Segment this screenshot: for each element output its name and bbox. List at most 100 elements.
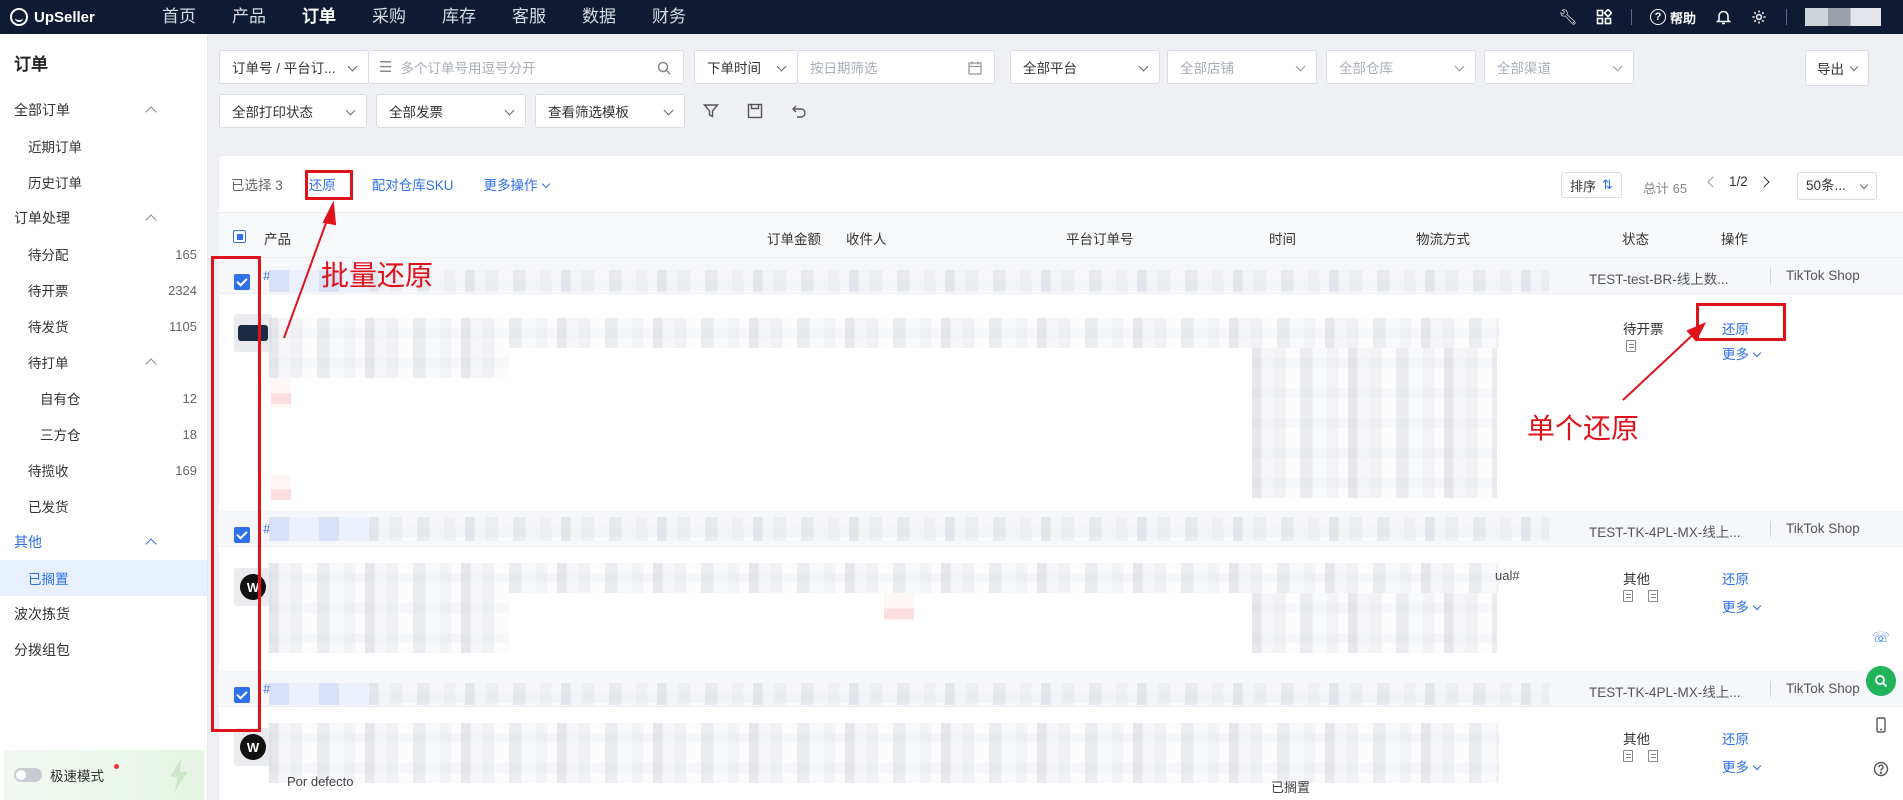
user-account[interactable] bbox=[1805, 8, 1881, 26]
sidebar-item-to-invoice[interactable]: 待开票 2324 bbox=[0, 272, 207, 308]
product-thumbnail[interactable] bbox=[234, 728, 272, 766]
time-type-select[interactable]: 下单时间 bbox=[694, 50, 798, 84]
nav-data[interactable]: 数据 bbox=[564, 0, 634, 34]
chevron-down-icon bbox=[663, 105, 674, 116]
match-sku-button[interactable]: 配对仓库SKU bbox=[372, 174, 454, 194]
select-value: 全部渠道 bbox=[1497, 61, 1551, 76]
wrench-icon[interactable]: 🔧︎ bbox=[1558, 8, 1577, 26]
select-all-checkbox[interactable] bbox=[233, 230, 246, 243]
page-size-select[interactable]: 50条... bbox=[1797, 172, 1877, 200]
annotation-batch-label: 批量还原 bbox=[321, 260, 434, 291]
apps-grid-icon[interactable] bbox=[1595, 8, 1613, 26]
nav-divider bbox=[1630, 9, 1632, 25]
headset-icon[interactable]: ☏ bbox=[1866, 622, 1896, 652]
search-icon[interactable] bbox=[1866, 666, 1896, 696]
channel-select[interactable]: 全部渠道 bbox=[1484, 50, 1634, 84]
gear-icon[interactable] bbox=[1750, 8, 1768, 26]
item-label: 已发货 bbox=[28, 500, 69, 515]
blurred-content bbox=[369, 683, 1549, 705]
blurred-content bbox=[269, 723, 1499, 783]
sidebar-item-history[interactable]: 历史订单 bbox=[0, 164, 207, 200]
col-actions: 操作 bbox=[1721, 232, 1748, 247]
next-page-icon[interactable] bbox=[1758, 175, 1770, 188]
invoice-select[interactable]: 全部发票 bbox=[376, 94, 526, 128]
prev-page-icon[interactable] bbox=[1707, 175, 1719, 188]
sidebar-item-wave-picking[interactable]: 波次拣货 bbox=[0, 596, 207, 632]
shop-select[interactable]: 全部店铺 bbox=[1167, 50, 1317, 84]
platform-select[interactable]: 全部平台 bbox=[1010, 50, 1160, 84]
shop-name: TEST-TK-4PL-MX-线上... bbox=[1589, 525, 1741, 540]
bulk-toolbar: 已选择 3 还原 配对仓库SKU 更多操作 排序 ⇅ 总计 65 1/2 50条.… bbox=[219, 156, 1903, 212]
nav-orders[interactable]: 订单 bbox=[284, 0, 354, 34]
restore-button[interactable]: 还原 bbox=[1722, 728, 1749, 748]
sidebar-group-processing[interactable]: 订单处理 bbox=[0, 200, 207, 236]
more-ops-button[interactable]: 更多操作 bbox=[484, 174, 550, 194]
item-count: 12 bbox=[182, 390, 197, 406]
sort-button[interactable]: 排序 ⇅ bbox=[1561, 172, 1622, 198]
invoice-doc-icon[interactable] bbox=[1648, 750, 1658, 762]
nav-finance[interactable]: 财务 bbox=[634, 0, 704, 34]
blurred-order-id bbox=[269, 517, 369, 541]
sidebar-item-to-ship[interactable]: 待发货 1105 bbox=[0, 308, 207, 344]
sidebar-item-to-print[interactable]: 待打单 bbox=[0, 344, 207, 380]
nav-customer-service[interactable]: 客服 bbox=[494, 0, 564, 34]
selected-count: 已选择 3 bbox=[231, 178, 283, 193]
blurred-content bbox=[269, 593, 509, 653]
order-number-type-select[interactable]: 订单号 / 平台订... bbox=[219, 50, 369, 84]
divider bbox=[1770, 268, 1771, 284]
export-button[interactable]: 导出 bbox=[1805, 50, 1869, 86]
new-badge-dot bbox=[114, 764, 119, 769]
print-icon[interactable] bbox=[1623, 590, 1633, 602]
nav-home[interactable]: 首页 bbox=[144, 0, 214, 34]
annotation-single-restore-box bbox=[1696, 303, 1786, 341]
sidebar-item-on-hold[interactable]: 已搁置 bbox=[0, 560, 207, 596]
filter-icon[interactable] bbox=[696, 94, 726, 128]
invoice-doc-icon[interactable] bbox=[1648, 590, 1658, 602]
search-icon[interactable] bbox=[657, 61, 671, 75]
help-circle-icon[interactable] bbox=[1866, 754, 1896, 784]
annotation-single-label: 单个还原 bbox=[1527, 413, 1640, 444]
turbo-mode-toggle[interactable] bbox=[14, 768, 42, 782]
select-value: 全部仓库 bbox=[1339, 61, 1393, 76]
sidebar-item-recent[interactable]: 近期订单 bbox=[0, 128, 207, 164]
sidebar: 订单 全部订单 近期订单 历史订单 订单处理 待分配 165 待开票 2324 待发… bbox=[0, 34, 208, 800]
more-actions-button[interactable]: 更多 bbox=[1722, 343, 1762, 363]
sidebar-group-all-orders[interactable]: 全部订单 bbox=[0, 92, 207, 128]
blurred-content bbox=[369, 270, 1549, 292]
date-range-input[interactable]: 按日期筛选 bbox=[797, 50, 995, 84]
help-button[interactable]: ? 帮助 bbox=[1649, 8, 1696, 27]
save-icon[interactable] bbox=[740, 94, 770, 128]
mobile-icon[interactable] bbox=[1866, 710, 1896, 740]
upseller-logo-icon bbox=[10, 8, 28, 26]
item-label: 波次拣货 bbox=[14, 606, 70, 622]
filter-template-select[interactable]: 查看筛选模板 bbox=[535, 94, 685, 128]
nav-inventory[interactable]: 库存 bbox=[424, 0, 494, 34]
bell-icon[interactable] bbox=[1714, 8, 1732, 26]
app-logo[interactable]: UpSeller bbox=[10, 8, 120, 26]
shop-name: TEST-test-BR-线上数... bbox=[1589, 272, 1729, 287]
print-status-select[interactable]: 全部打印状态 bbox=[219, 94, 367, 128]
chevron-down-icon bbox=[1295, 61, 1306, 72]
sidebar-item-to-pickup[interactable]: 待揽收 169 bbox=[0, 452, 207, 488]
invoice-doc-icon[interactable] bbox=[1626, 340, 1636, 352]
nav-purchase[interactable]: 采购 bbox=[354, 0, 424, 34]
col-recipient: 收件人 bbox=[846, 232, 887, 247]
order-status: 其他 bbox=[1623, 732, 1650, 747]
sidebar-item-sort-pack[interactable]: 分拨组包 bbox=[0, 632, 207, 668]
order-search-input[interactable]: ☰ 多个订单号用逗号分开 bbox=[368, 50, 684, 84]
restore-button[interactable]: 还原 bbox=[1722, 568, 1749, 588]
chevron-up-icon bbox=[145, 538, 157, 550]
reset-icon[interactable] bbox=[784, 94, 814, 128]
more-actions-button[interactable]: 更多 bbox=[1722, 596, 1762, 616]
print-icon[interactable] bbox=[1623, 750, 1633, 762]
sidebar-item-shipped[interactable]: 已发货 bbox=[0, 488, 207, 524]
more-actions-button[interactable]: 更多 bbox=[1722, 756, 1762, 776]
sidebar-item-own-warehouse[interactable]: 自有仓 12 bbox=[0, 380, 207, 416]
nav-products[interactable]: 产品 bbox=[214, 0, 284, 34]
sidebar-item-to-assign[interactable]: 待分配 165 bbox=[0, 236, 207, 272]
chevron-down-icon bbox=[541, 179, 550, 189]
sidebar-item-third-party-warehouse[interactable]: 三方仓 18 bbox=[0, 416, 207, 452]
warehouse-select[interactable]: 全部仓库 bbox=[1326, 50, 1476, 84]
turbo-mode: 极速模式 bbox=[4, 750, 204, 800]
sidebar-group-other[interactable]: 其他 bbox=[0, 524, 207, 560]
